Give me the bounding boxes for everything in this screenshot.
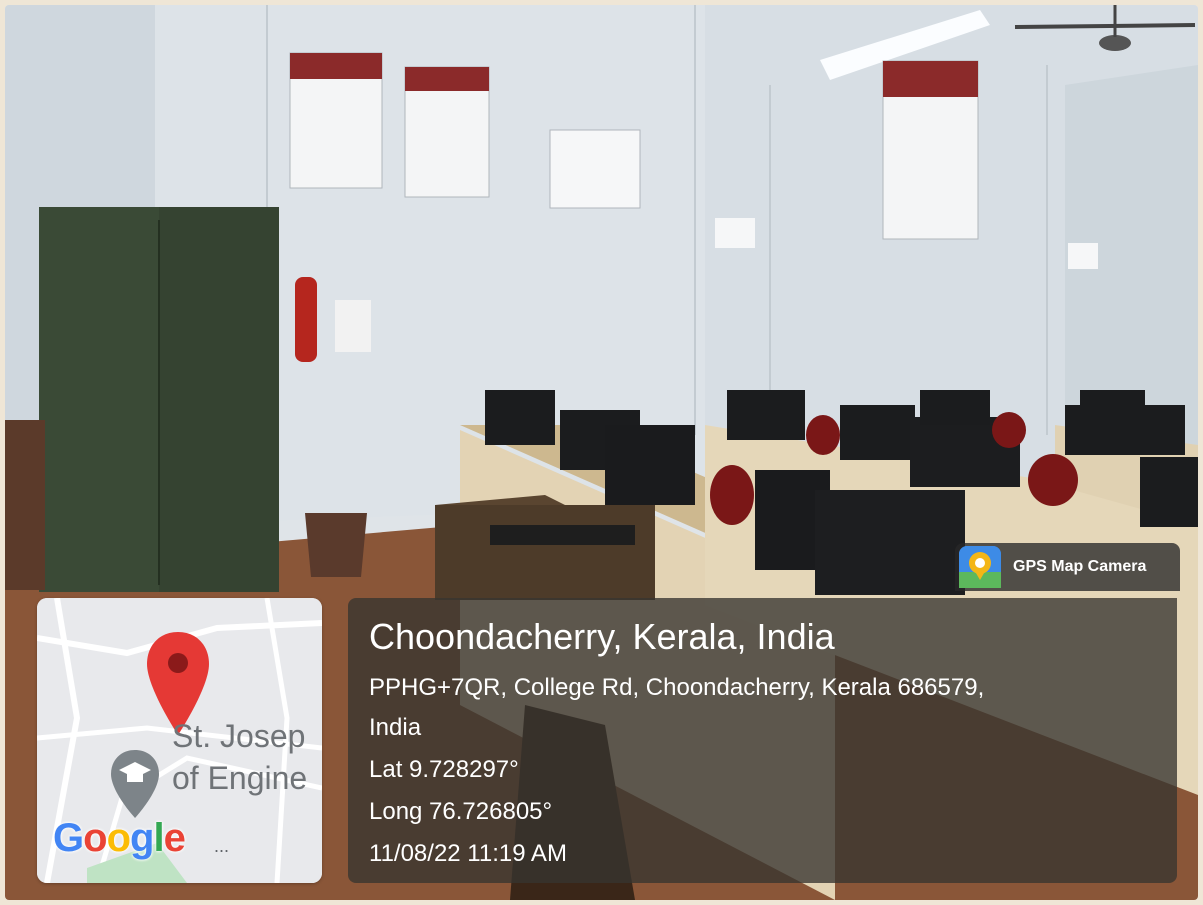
gps-map-camera-badge: GPS Map Camera: [955, 543, 1180, 591]
longitude: Long 76.726805°: [369, 798, 553, 825]
graduation-cap-icon: [111, 750, 159, 818]
map-place-label-line2: of Engine: [172, 760, 308, 796]
address-line-1: PPHG+7QR, College Rd, Choondacherry, Ker…: [369, 674, 985, 701]
google-logo: Google: [53, 816, 186, 860]
datetime: 11/08/22 11:19 AM: [369, 840, 567, 867]
gps-camera-app-icon: [959, 546, 1001, 588]
map-thumbnail: St. Josep of Engine Google ...: [37, 598, 322, 883]
address-line-2: India: [369, 714, 422, 741]
app-name: GPS Map Camera: [1013, 558, 1147, 575]
location-info-panel: Choondacherry, Kerala, India PPHG+7QR, C…: [348, 598, 1177, 883]
map-more-indicator: ...: [214, 836, 230, 856]
map-place-label-line1: St. Josep: [172, 718, 306, 754]
latitude: Lat 9.728297°: [369, 756, 519, 783]
location-title: Choondacherry, Kerala, India: [369, 616, 835, 657]
